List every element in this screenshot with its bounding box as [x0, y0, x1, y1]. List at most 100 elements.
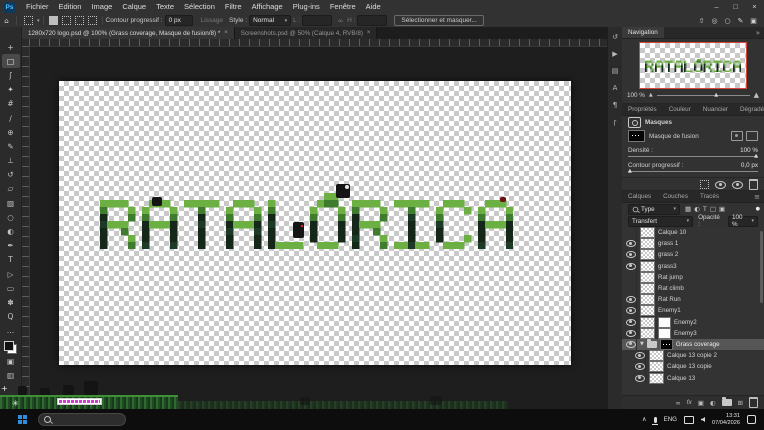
add-selection-icon[interactable] — [62, 16, 71, 25]
layer-row[interactable]: ▼ Enemy2 — [622, 317, 764, 328]
delete-layer-icon[interactable] — [749, 397, 758, 408]
layer-row[interactable]: ▼ Rat jump — [622, 272, 764, 283]
blur-tool[interactable]: ○ — [2, 210, 20, 224]
layers-panel-tab[interactable]: Tracés — [694, 191, 725, 202]
layer-visibility-toggle[interactable] — [625, 328, 637, 339]
layer-visibility-toggle[interactable] — [625, 249, 637, 260]
minimize-icon[interactable]: – — [707, 0, 726, 14]
path-selection-tool[interactable]: ▷ — [2, 267, 20, 281]
menu-item[interactable]: Texte — [151, 0, 179, 14]
gradient-tool[interactable]: ▨ — [2, 196, 20, 210]
quick-selection-tool[interactable]: ✦ — [2, 83, 20, 97]
layer-thumbnail[interactable] — [640, 294, 655, 305]
layer-row[interactable]: ▼ Rat climb — [622, 283, 764, 294]
color-swatches[interactable] — [4, 341, 17, 354]
foreground-color-swatch[interactable] — [4, 341, 14, 351]
layer-visibility-toggle[interactable] — [625, 283, 637, 294]
properties-tab[interactable]: Couleur — [663, 104, 697, 115]
layer-row[interactable]: ▼ Calque 13 — [622, 372, 764, 383]
layer-thumbnail[interactable] — [649, 350, 664, 361]
layer-name[interactable]: Rat jump — [658, 274, 683, 281]
group-expand-caret-icon[interactable]: ▼ — [640, 341, 644, 347]
load-mask-selection-icon[interactable] — [700, 180, 709, 189]
layer-thumbnail[interactable] — [649, 361, 664, 372]
brush-tool[interactable]: ✎ — [2, 139, 20, 153]
feather-input[interactable]: 0 px — [165, 15, 193, 26]
layer-thumbnail[interactable] — [640, 328, 655, 339]
feather-value[interactable]: 0,0 px — [741, 162, 758, 169]
close-tab-icon[interactable]: × — [224, 30, 228, 36]
zoom-tool[interactable]: Q — [2, 310, 20, 324]
layer-thumbnail[interactable] — [640, 227, 655, 238]
screen-mode-icon[interactable]: ▥ — [2, 368, 20, 382]
menu-item[interactable]: Fenêtre — [325, 0, 361, 14]
collapse-panels-icon[interactable]: » — [752, 27, 764, 38]
maximize-icon[interactable]: □ — [726, 0, 745, 14]
language-indicator[interactable]: ENG — [664, 416, 677, 423]
layer-row[interactable]: ▼ Calque 13 copie 2 — [622, 350, 764, 361]
layer-name[interactable]: Rat climb — [658, 285, 684, 292]
clock[interactable]: 13:3107/04/2026 — [712, 413, 740, 426]
layer-visibility-toggle[interactable] — [625, 272, 637, 283]
filter-smart-objects-icon[interactable]: ▣ — [719, 205, 725, 213]
tool-preset-chevron-icon[interactable]: ▾ — [37, 18, 40, 24]
pen-tool[interactable]: ✒ — [2, 239, 20, 253]
paragraph-panel-icon[interactable]: ¶ — [613, 101, 617, 109]
hand-tool[interactable]: ✽ — [2, 295, 20, 309]
feather-slider[interactable]: ▲ — [628, 171, 758, 172]
intersect-selection-icon[interactable] — [88, 16, 97, 25]
layer-row[interactable]: ▼ Calque 10 — [622, 227, 764, 238]
layer-row[interactable]: ▼ Calque 13 copie — [622, 361, 764, 372]
type-tool[interactable]: T — [2, 253, 20, 267]
layer-visibility-toggle[interactable] — [625, 317, 637, 328]
layer-thumbnail[interactable] — [640, 261, 655, 272]
layer-list-scrollbar[interactable] — [760, 231, 763, 303]
layer-thumbnail[interactable] — [640, 249, 655, 260]
settings-icon[interactable]: ✎ — [734, 17, 747, 25]
start-button[interactable] — [18, 415, 27, 424]
layer-visibility-toggle[interactable] — [625, 339, 637, 350]
layer-row[interactable]: ▼ grass3 — [622, 261, 764, 272]
layer-filter-select[interactable]: Type ▾ — [628, 204, 680, 215]
layers-menu-icon[interactable]: ≡ — [750, 191, 764, 202]
toggle-mask-icon[interactable] — [715, 181, 726, 189]
workspace-switcher-icon[interactable]: ▣ — [747, 17, 760, 25]
speaker-icon[interactable] — [701, 417, 705, 422]
eraser-tool[interactable]: ▱ — [2, 182, 20, 196]
zoom-out-mountain-icon[interactable]: ▲ — [649, 92, 653, 98]
invert-mask-icon[interactable] — [732, 181, 743, 189]
layer-mask-thumbnail[interactable] — [658, 328, 671, 339]
properties-tab[interactable]: Propriétés — [622, 104, 663, 115]
healing-brush-tool[interactable]: ⊕ — [2, 125, 20, 139]
eyedropper-tool[interactable]: ∕ — [2, 111, 20, 125]
layer-row[interactable]: ▼ Enemy1 — [622, 305, 764, 316]
layer-mask-thumbnail[interactable] — [660, 339, 673, 350]
navigator-zoom-slider[interactable]: ▲ — [657, 95, 750, 96]
layer-row[interactable]: ▼ grass 2 — [622, 249, 764, 260]
notification-center-icon[interactable] — [747, 415, 756, 424]
filter-adjustment-layers-icon[interactable]: ◐ — [694, 205, 700, 213]
menu-item[interactable]: Fichier — [21, 0, 54, 14]
close-tab-icon[interactable]: × — [367, 30, 371, 36]
layer-mask-thumbnail[interactable] — [628, 130, 645, 142]
document-tab[interactable]: Screenshots.psd @ 50% (Calque 4, RVB/8)× — [235, 27, 378, 39]
layer-name[interactable]: Calque 10 — [658, 229, 686, 236]
menu-item[interactable]: Image — [86, 0, 117, 14]
new-layer-icon[interactable]: ⊞ — [738, 399, 743, 407]
shape-tool[interactable]: ▭ — [2, 281, 20, 295]
height-input[interactable] — [357, 15, 387, 26]
density-slider[interactable]: ▲ — [628, 156, 758, 157]
marquee-tool-icon[interactable] — [24, 16, 33, 25]
layer-name[interactable]: grass 2 — [658, 251, 678, 258]
layer-name[interactable]: Enemy3 — [674, 330, 697, 337]
libraries-panel-icon[interactable]: ▤ — [612, 67, 619, 75]
menu-item[interactable]: Filtre — [220, 0, 247, 14]
layer-visibility-toggle[interactable] — [634, 361, 646, 372]
filter-shape-layers-icon[interactable]: □ — [710, 205, 716, 213]
search-icon[interactable]: ○ — [721, 17, 734, 25]
select-mask-icon[interactable] — [731, 131, 743, 141]
layer-mask-thumbnail[interactable] — [658, 317, 671, 328]
layer-thumbnail[interactable] — [649, 373, 664, 384]
hidden-icons-chevron[interactable]: ∧ — [642, 416, 647, 423]
microphone-icon[interactable] — [654, 417, 657, 423]
